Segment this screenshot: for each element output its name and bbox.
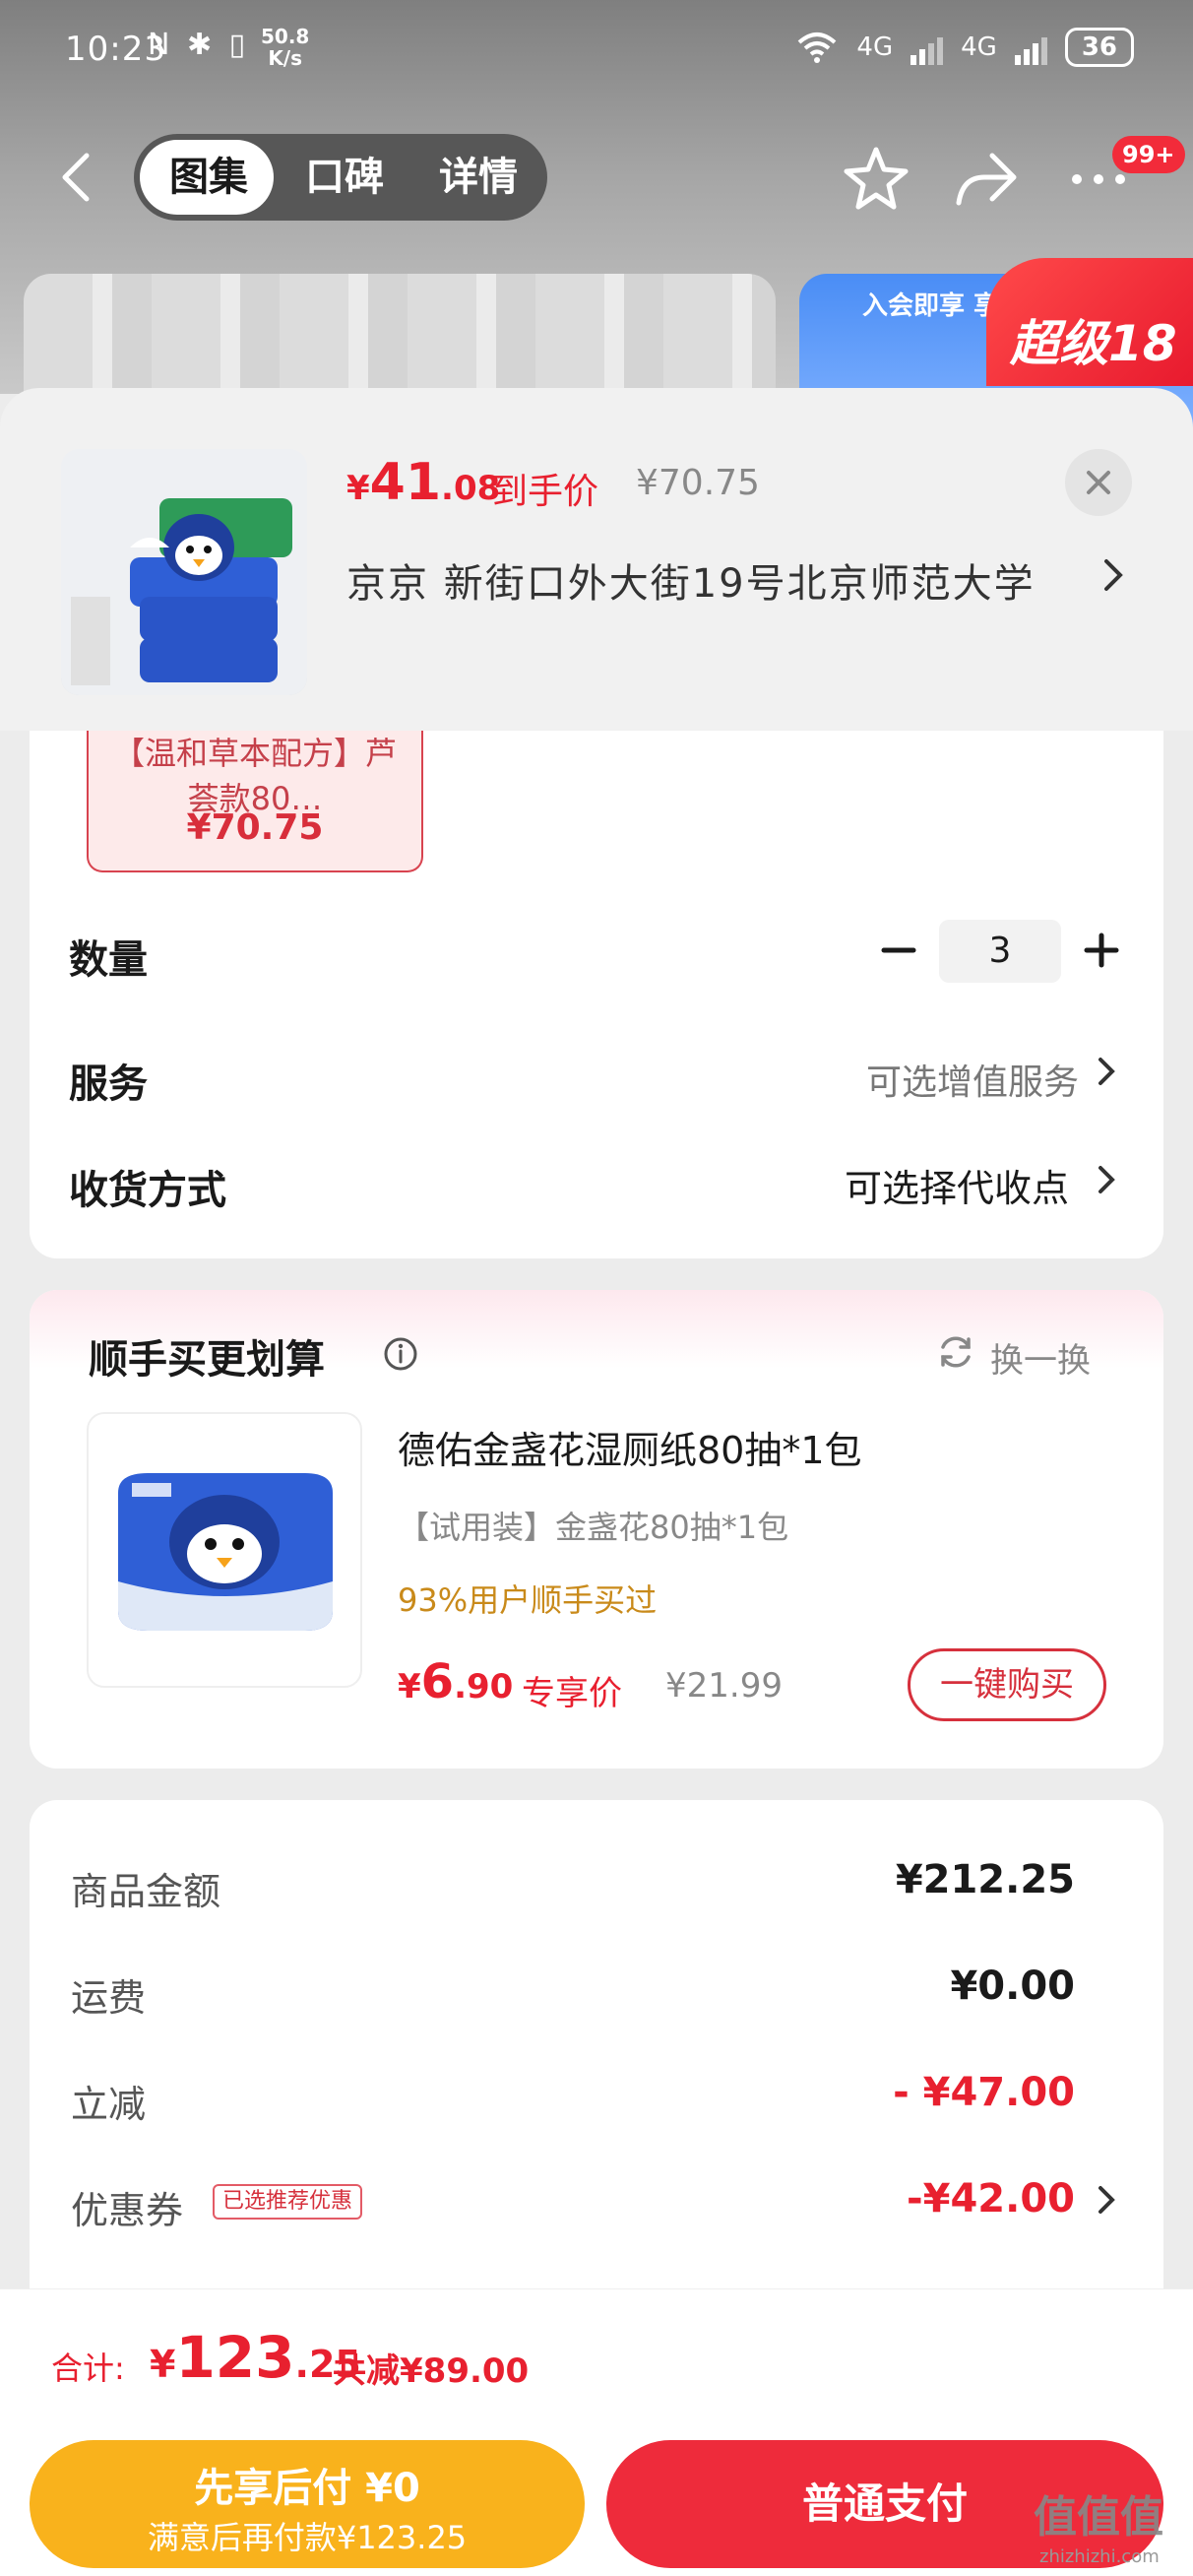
signal-1-label: 4G	[856, 32, 894, 62]
network-speed-unit: K/s	[268, 46, 303, 70]
quantity-label: 数量	[69, 937, 148, 983]
wifi-icon	[798, 32, 837, 63]
network-speed: 50.8 K/s	[261, 26, 309, 69]
back-arrow-icon[interactable]	[49, 148, 108, 207]
wet-wipes-product-image	[61, 449, 307, 695]
goods-amount-label: 商品金额	[71, 1870, 221, 1913]
sku-option-price: ¥70.75	[186, 807, 324, 848]
coupon-recommended-tag: 已选推荐优惠	[213, 2184, 363, 2220]
total-label: 合计:	[51, 2350, 125, 2387]
original-price: ¥70.75	[636, 463, 760, 503]
service-label: 服务	[69, 1062, 148, 1107]
shipping-label: 运费	[71, 1976, 147, 2020]
coupon-value[interactable]: -¥42.00	[907, 2176, 1075, 2222]
delivery-method-label: 收货方式	[69, 1168, 226, 1213]
status-right-group: 4G 4G 36	[795, 28, 1134, 67]
add-on-price-currency: ¥	[398, 1667, 421, 1707]
signal-1-bars	[910, 30, 944, 65]
total-saved: 共减¥89.00	[333, 2351, 530, 2391]
coupon-label: 优惠券	[71, 2189, 184, 2232]
discount-value: - ¥47.00	[893, 2070, 1075, 2115]
network-speed-value: 50.8	[261, 25, 310, 48]
add-on-product-name[interactable]: 德佑金盏花湿厕纸80抽*1包	[398, 1420, 862, 1474]
signal-2-label: 4G	[961, 32, 997, 62]
service-chevron-right-icon[interactable]	[1095, 1052, 1120, 1091]
add-on-product-image[interactable]	[87, 1412, 362, 1688]
tab-gallery[interactable]: 图集	[169, 153, 248, 202]
add-on-price-decimal: .90	[454, 1667, 514, 1707]
final-price-label: 到手价	[492, 472, 599, 512]
quantity-input[interactable]: 3	[939, 920, 1061, 983]
delivery-address[interactable]: 京京 新街口外大街19号北京师范大学	[346, 551, 1036, 609]
add-on-title: 顺手买更划算	[89, 1337, 325, 1383]
product-thumbnail	[61, 449, 307, 695]
discount-label: 立减	[71, 2083, 147, 2126]
final-price-integer: 41	[369, 453, 442, 512]
add-on-product-spec: 【试用装】金盏花80抽*1包	[398, 1509, 789, 1546]
shipping-value: ¥0.00	[950, 1964, 1075, 2009]
one-click-buy-button[interactable]: 一键购买	[908, 1648, 1106, 1721]
tab-reviews[interactable]: 口碑	[305, 153, 384, 202]
add-on-social-proof: 93%用户顺手买过	[398, 1581, 658, 1619]
pay-later-subtitle: 满意后再付款¥123.25	[147, 2519, 468, 2556]
delivery-chevron-right-icon[interactable]	[1095, 1160, 1120, 1199]
final-price: ¥41.08	[346, 453, 500, 512]
add-on-original-price: ¥21.99	[665, 1666, 783, 1706]
tab-details[interactable]: 详情	[439, 153, 518, 202]
coupon-chevron-right-icon[interactable]	[1095, 2180, 1120, 2220]
goods-amount-value: ¥212.25	[895, 1857, 1075, 1902]
watermark-logo: 值值值	[1034, 2492, 1163, 2543]
final-price-currency: ¥	[346, 469, 370, 508]
service-value[interactable]: 可选增值服务	[866, 1054, 1079, 1105]
signal-2-bars	[1014, 30, 1047, 65]
status-system-icons: N ✱ ▯	[148, 28, 250, 62]
share-icon[interactable]	[949, 142, 1024, 217]
quantity-decrease-icon[interactable]	[874, 926, 923, 975]
add-on-price-label: 专享价	[522, 1674, 622, 1713]
total-currency: ¥	[150, 2343, 176, 2386]
refresh-button[interactable]: 换一换	[990, 1333, 1091, 1382]
battery-indicator: 36	[1064, 28, 1134, 67]
add-on-price: ¥6.90	[398, 1654, 513, 1709]
total-amount: ¥123.25	[150, 2324, 361, 2391]
pay-later-title: 先享后付 ¥0	[194, 2466, 420, 2511]
watermark-url: zhizhizhi.com	[1039, 2546, 1160, 2567]
favorite-star-icon[interactable]	[839, 142, 913, 217]
wet-toilet-paper-package-image	[118, 1473, 333, 1631]
add-on-price-integer: 6	[420, 1654, 455, 1709]
info-icon[interactable]	[382, 1335, 419, 1373]
total-integer: 123	[175, 2324, 295, 2391]
address-chevron-right-icon[interactable]	[1099, 553, 1128, 597]
status-bar: 10:23 N ✱ ▯ 50.8 K/s 4G 4G 36	[0, 0, 1193, 98]
message-badge: 99+	[1112, 136, 1185, 173]
delivery-method-value[interactable]: 可选择代收点	[845, 1158, 1069, 1212]
refresh-icon[interactable]	[935, 1331, 976, 1373]
close-icon[interactable]	[1065, 449, 1132, 516]
quantity-increase-icon[interactable]	[1077, 926, 1126, 975]
super-18-tag: 超级18	[986, 258, 1193, 386]
